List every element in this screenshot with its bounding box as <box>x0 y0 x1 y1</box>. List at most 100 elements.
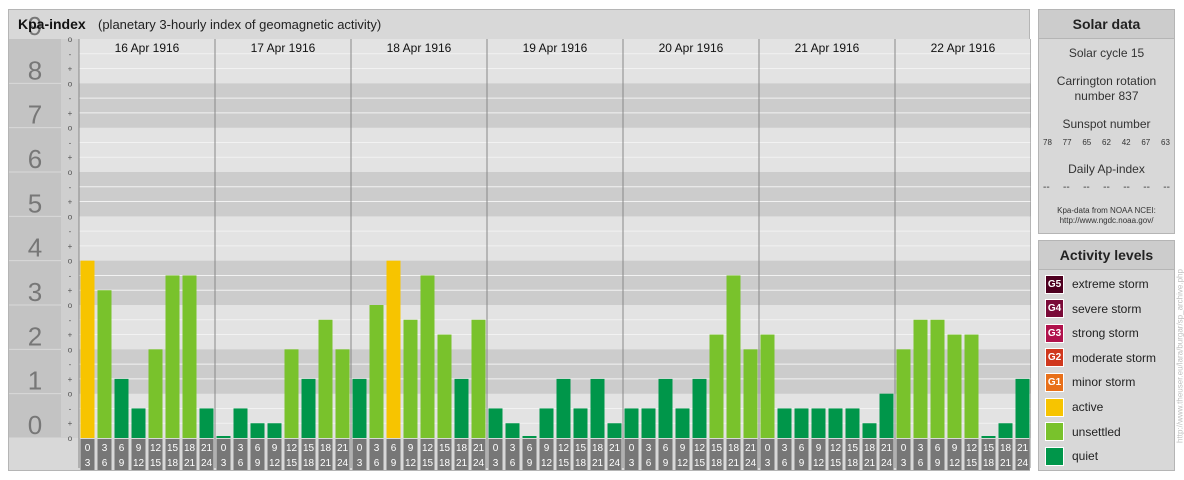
time-start-label: 6 <box>391 443 397 454</box>
time-end-label: 12 <box>405 458 417 469</box>
kpa-bar <box>488 408 503 438</box>
kpa-bar <box>182 275 197 438</box>
time-end-label: 24 <box>881 458 893 469</box>
kpa-bar <box>930 319 945 438</box>
time-end-label: 3 <box>629 458 635 469</box>
legend-swatch: G3 <box>1045 323 1064 343</box>
time-end-label: 3 <box>85 458 91 469</box>
time-end-label: 12 <box>949 458 961 469</box>
time-start-label: 0 <box>901 443 907 454</box>
time-start-label: 12 <box>286 443 298 454</box>
time-end-label: 9 <box>527 458 533 469</box>
kpa-bar <box>760 334 775 438</box>
sunspot-value: 62 <box>1102 138 1111 147</box>
time-end-label: 9 <box>935 458 941 469</box>
kpa-bar <box>556 378 571 438</box>
time-start-label: 3 <box>646 443 652 454</box>
ap-value: -- <box>1163 182 1170 193</box>
time-start-label: 3 <box>102 443 108 454</box>
minor-tick-label: - <box>69 404 72 413</box>
kpa-bar <box>318 319 333 438</box>
solar-data-title: Solar data <box>1039 10 1174 39</box>
time-end-label: 12 <box>813 458 825 469</box>
grid-band <box>79 83 1031 128</box>
minor-tick-label: - <box>69 227 72 236</box>
kpa-bar <box>454 378 469 438</box>
minor-tick-label: - <box>69 183 72 192</box>
kpa-bar <box>114 378 129 438</box>
day-label: 21 Apr 1916 <box>795 41 860 55</box>
time-start-label: 9 <box>408 443 414 454</box>
time-end-label: 6 <box>782 458 788 469</box>
data-source-link[interactable]: http://www.ngdc.noaa.gov/ <box>1039 216 1174 226</box>
kpa-bar <box>913 319 928 438</box>
time-start-label: 0 <box>85 443 91 454</box>
minor-tick-label: o <box>68 212 73 221</box>
minor-tick-label: + <box>68 109 73 118</box>
sunspot-value: 42 <box>1121 138 1131 147</box>
time-end-label: 6 <box>918 458 924 469</box>
kpa-bar <box>352 378 367 438</box>
day-label: 17 Apr 1916 <box>251 41 316 55</box>
time-end-label: 6 <box>102 458 108 469</box>
sunspot-value: 77 <box>1062 138 1072 147</box>
minor-tick-label: o <box>68 257 73 266</box>
day-label: 16 Apr 1916 <box>115 41 180 55</box>
y-tick-label: 3 <box>28 277 42 307</box>
time-start-label: 6 <box>255 443 261 454</box>
time-end-label: 21 <box>728 458 740 469</box>
minor-tick-label: o <box>68 345 73 354</box>
kpa-bar <box>692 378 707 438</box>
carrington-number: number 837 <box>1074 89 1139 103</box>
kpa-bar <box>624 408 639 438</box>
time-end-label: 9 <box>663 458 669 469</box>
kpa-bar <box>777 408 792 438</box>
kpa-bar <box>539 408 554 438</box>
time-end-label: 21 <box>1000 458 1012 469</box>
kpa-bar <box>675 408 690 438</box>
time-end-label: 3 <box>357 458 363 469</box>
time-start-label: 15 <box>847 443 859 454</box>
time-end-label: 18 <box>167 458 179 469</box>
kpa-bar <box>403 319 418 438</box>
grid-band <box>79 172 1031 217</box>
sunspot-value: 78 <box>1043 138 1052 147</box>
grid-band <box>79 349 1031 394</box>
legend-label: active <box>1072 400 1104 414</box>
grid-band <box>79 260 1031 305</box>
y-tick-label: 7 <box>28 100 42 130</box>
time-start-label: 0 <box>221 443 227 454</box>
legend-swatch <box>1045 397 1064 417</box>
kpa-bar <box>1015 378 1030 438</box>
y-tick-label: 2 <box>28 321 42 351</box>
sunspot-value: 65 <box>1082 138 1092 147</box>
time-start-label: 18 <box>184 443 196 454</box>
time-end-label: 12 <box>133 458 145 469</box>
time-start-label: 12 <box>966 443 978 454</box>
legend-item: unsettled <box>1045 422 1121 442</box>
time-end-label: 3 <box>765 458 771 469</box>
time-end-label: 24 <box>1017 458 1029 469</box>
kpa-chart-panel: 0 1 2 3 4 5 6 7 8 9 o + o + - o + - o + - o + - o + - o + - o + - o + - o -16… <box>8 9 1031 471</box>
carrington-label: Carrington rotation <box>1056 74 1157 88</box>
minor-tick-label: - <box>69 138 72 147</box>
time-start-label: 15 <box>439 443 451 454</box>
minor-tick-label: + <box>68 286 73 295</box>
minor-tick-label: o <box>68 434 73 443</box>
time-end-label: 18 <box>983 458 995 469</box>
kpa-bar <box>641 408 656 438</box>
time-end-label: 6 <box>238 458 244 469</box>
activity-levels-panel: Activity levels G5 extreme storm G4 severe … <box>1038 240 1175 471</box>
watermark-text: http://www.theuser.eu/lara/burgar/sp_arc… <box>1175 268 1184 443</box>
time-end-label: 3 <box>901 458 907 469</box>
time-end-label: 3 <box>221 458 227 469</box>
kpa-bar <box>97 290 112 438</box>
legend-swatch <box>1045 422 1064 442</box>
time-start-label: 12 <box>830 443 842 454</box>
kpa-bar <box>80 260 95 438</box>
legend-label: quiet <box>1072 449 1099 464</box>
minor-tick-label: - <box>69 360 72 369</box>
time-end-label: 15 <box>150 458 162 469</box>
kpa-bar <box>437 334 452 438</box>
chart-title-bar: Kpa-index (planetary 3-hourly index of g… <box>9 10 1029 37</box>
